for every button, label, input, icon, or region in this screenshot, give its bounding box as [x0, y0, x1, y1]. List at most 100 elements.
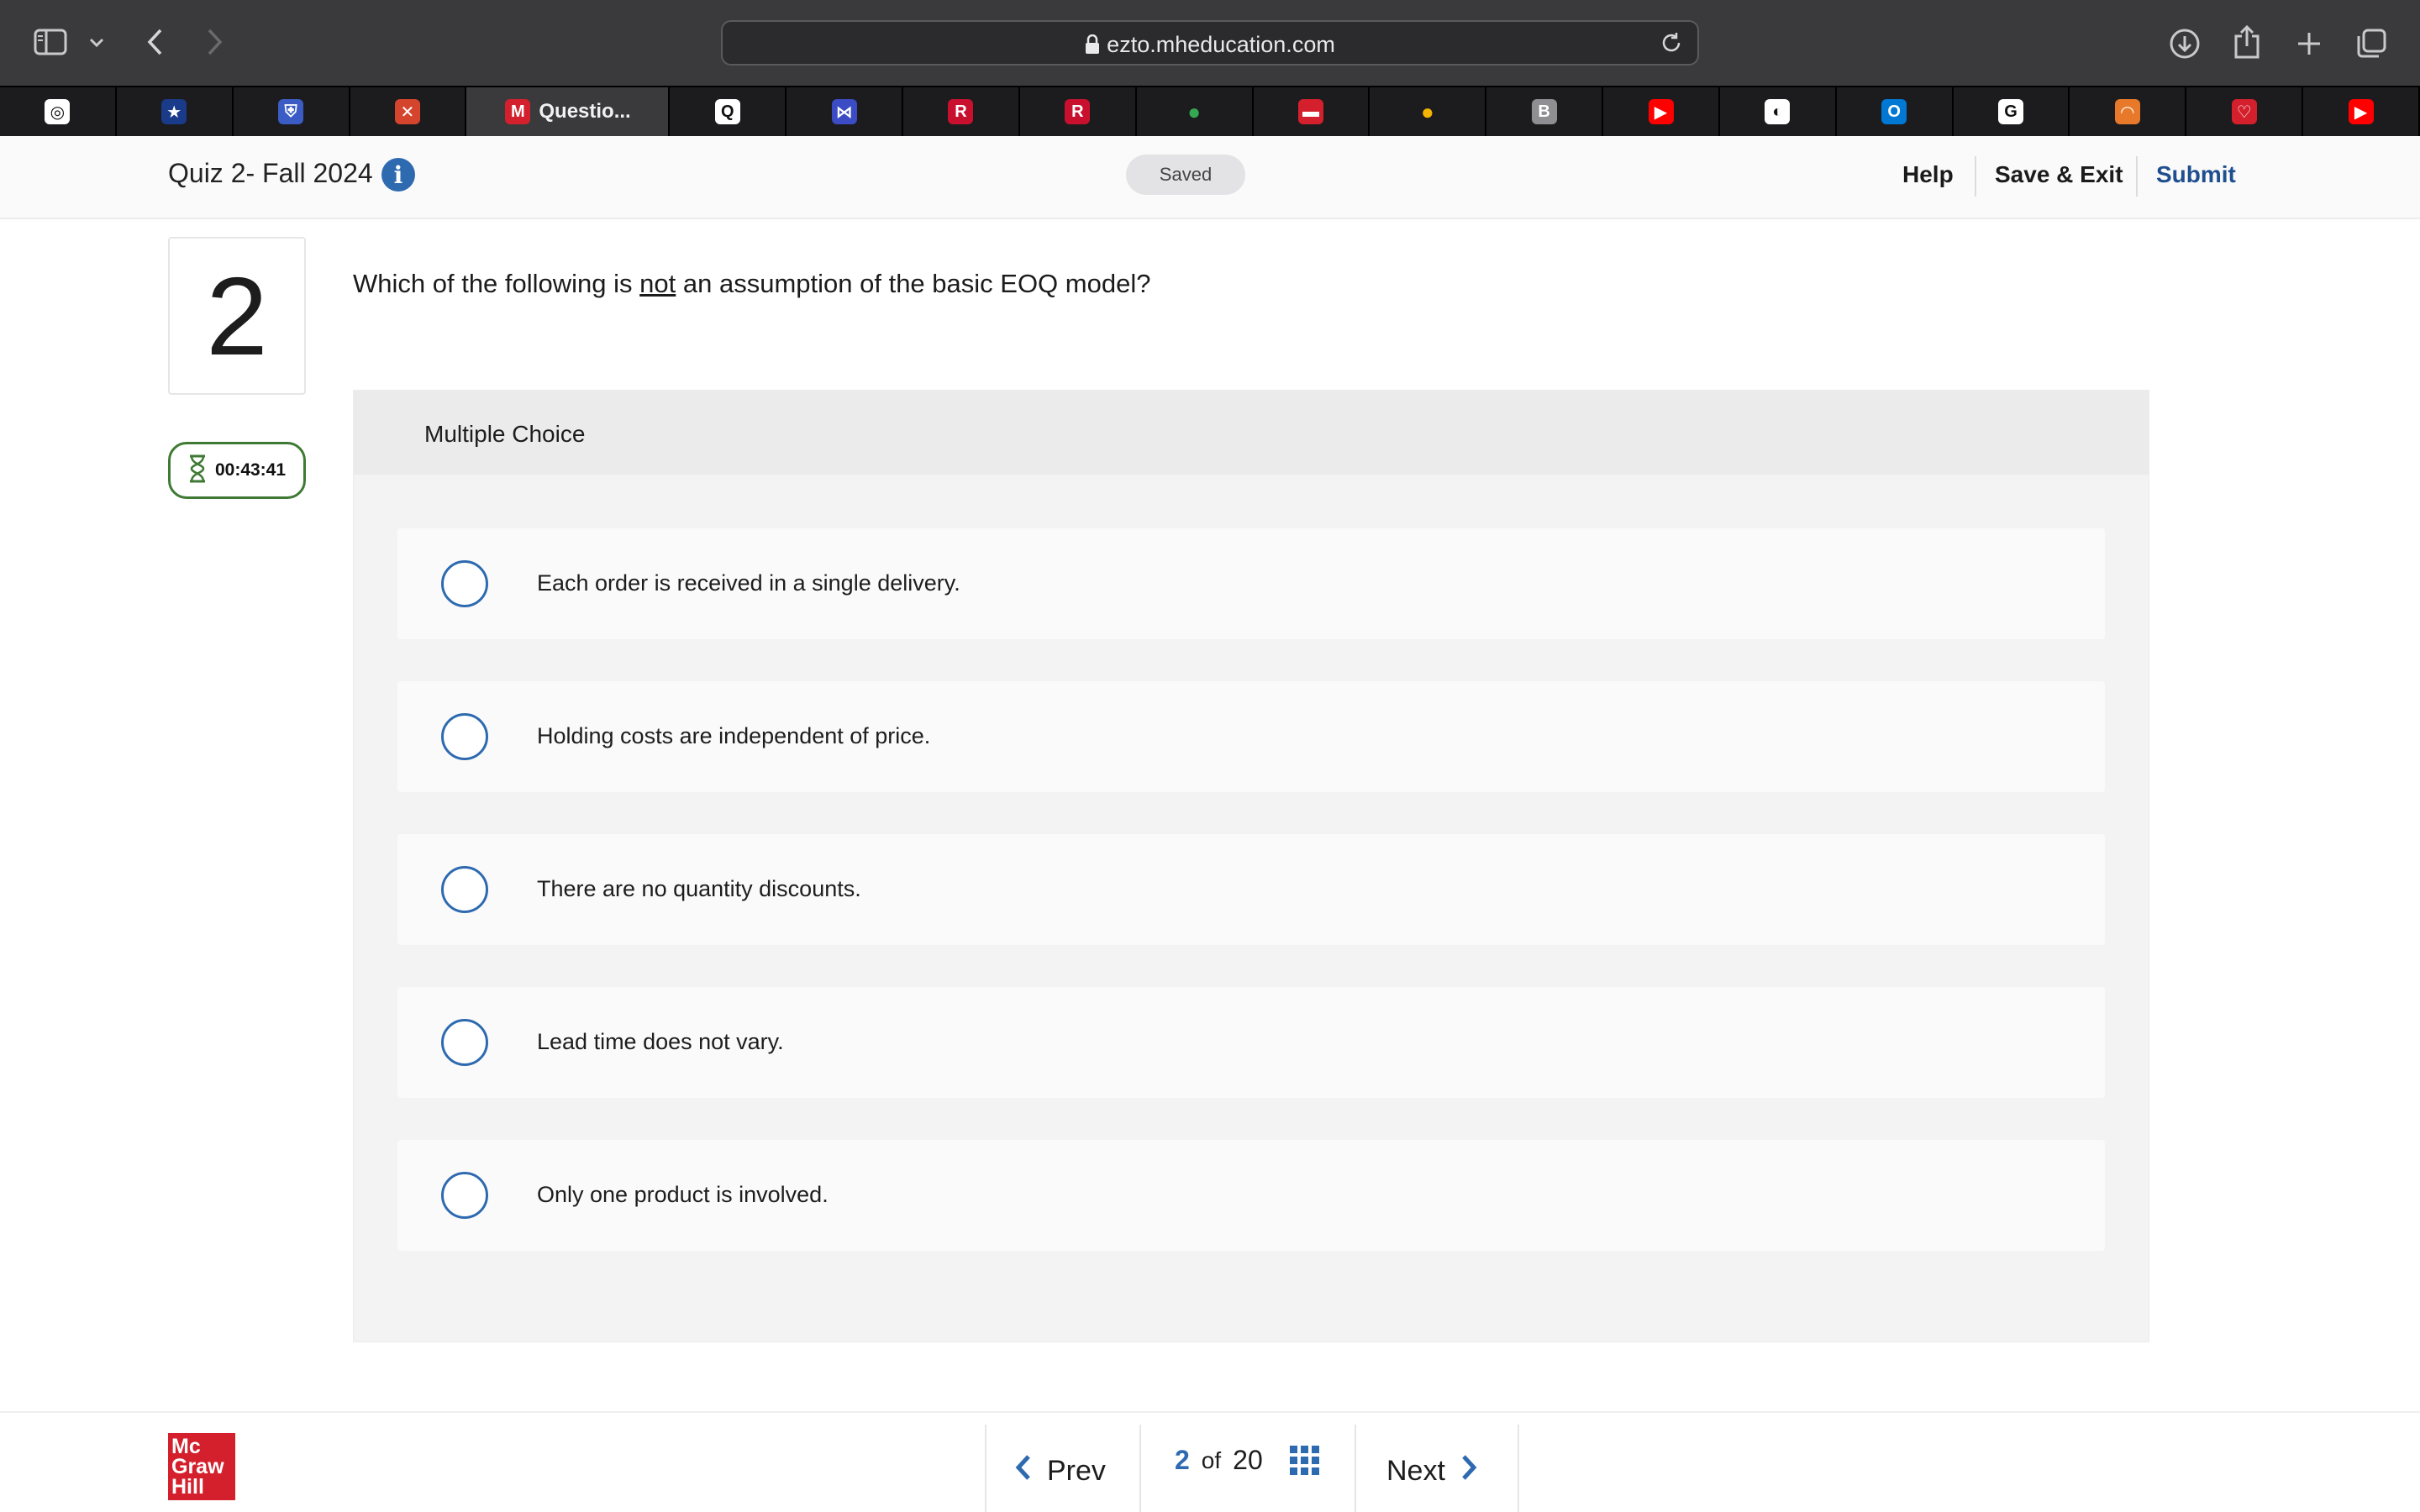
- quiz-footer: Mc Graw Hill Prev 2 of 20 Next: [0, 1411, 2420, 1512]
- compass-icon: ✕: [394, 99, 420, 124]
- browser-tab[interactable]: R: [1020, 87, 1137, 136]
- footer-divider: [985, 1425, 986, 1512]
- chevron-down-icon[interactable]: [84, 30, 109, 55]
- mcgraw-hill-logo: Mc Graw Hill: [168, 1433, 235, 1500]
- answer-option-text: Lead time does not vary.: [537, 1029, 784, 1054]
- radio-button[interactable]: [441, 1019, 488, 1066]
- browser-tab[interactable]: ▶: [2303, 87, 2420, 136]
- saved-status-badge: Saved: [1126, 155, 1245, 195]
- maps-pin-icon: ●: [1187, 98, 1201, 124]
- red-shield-icon: ♡: [2231, 99, 2257, 124]
- answer-option-3[interactable]: There are no quantity discounts.: [397, 834, 2105, 945]
- browser-tab[interactable]: ●: [1370, 87, 1487, 136]
- forward-icon[interactable]: [198, 25, 232, 59]
- radio-button[interactable]: [441, 1172, 488, 1219]
- browser-tab[interactable]: ◠: [2070, 87, 2187, 136]
- bowtie-icon: ⋈: [831, 99, 857, 124]
- download-icon[interactable]: [2166, 25, 2203, 62]
- multiple-choice-panel: Multiple Choice Each order is received i…: [353, 390, 2149, 1342]
- answer-option-text: There are no quantity discounts.: [537, 876, 861, 901]
- question-type-header: Multiple Choice: [354, 391, 2149, 475]
- logo-line: Hill: [171, 1475, 204, 1499]
- tab-bar: ◎ ★ ⛨ ✕ M Questio... Q ⋈ R R ● ▬ ● B ▶ ◐ O G ◠ ♡ ▶: [0, 86, 2420, 136]
- browser-tab[interactable]: Q: [670, 87, 787, 136]
- browser-tab[interactable]: G: [1954, 87, 2070, 136]
- current-page: 2: [1175, 1445, 1190, 1475]
- next-label: Next: [1386, 1454, 1445, 1487]
- logo-line: Graw: [171, 1455, 224, 1478]
- back-icon[interactable]: [138, 25, 171, 59]
- pill-icon: ▬: [1297, 99, 1323, 124]
- address-bar[interactable]: ezto.mheducation.com: [721, 20, 1699, 66]
- browser-tab[interactable]: O: [1837, 87, 1954, 136]
- browser-tab[interactable]: ◐: [1720, 87, 1837, 136]
- question-number: 2: [168, 237, 306, 395]
- radio-button[interactable]: [441, 866, 488, 913]
- outlook-icon: O: [1881, 99, 1907, 124]
- browser-tab[interactable]: ◎: [0, 87, 117, 136]
- question-text-after: an assumption of the basic EOQ model?: [676, 269, 1151, 298]
- headphones-icon: ◠: [2114, 99, 2140, 124]
- tab-overview-icon[interactable]: [2353, 25, 2390, 62]
- browser-tab[interactable]: ⛨: [234, 87, 350, 136]
- header-divider: [2136, 156, 2138, 197]
- b-badge-icon: B: [1531, 99, 1557, 124]
- answer-option-1[interactable]: Each order is received in a single deliv…: [397, 528, 2105, 639]
- question-grid-icon[interactable]: [1289, 1446, 1319, 1475]
- new-tab-icon[interactable]: [2291, 25, 2328, 62]
- r-logo-icon: R: [1065, 99, 1091, 124]
- answer-option-2[interactable]: Holding costs are independent of price.: [397, 681, 2105, 792]
- footer-divider: [1139, 1425, 1141, 1512]
- youtube-icon: ▶: [2348, 99, 2374, 124]
- answer-option-5[interactable]: Only one product is involved.: [397, 1140, 2105, 1251]
- answer-option-4[interactable]: Lead time does not vary.: [397, 987, 2105, 1098]
- browser-tab[interactable]: ⋈: [786, 87, 904, 136]
- r-logo-icon: R: [948, 99, 974, 124]
- answer-option-text: Only one product is involved.: [537, 1182, 829, 1207]
- info-icon[interactable]: i: [381, 158, 415, 192]
- footer-divider: [1518, 1425, 1519, 1512]
- browser-tab[interactable]: ▬: [1254, 87, 1370, 136]
- question-type-label: Multiple Choice: [424, 421, 586, 447]
- help-button[interactable]: Help: [1902, 161, 1954, 188]
- save-exit-button[interactable]: Save & Exit: [1995, 161, 2123, 188]
- browser-tab[interactable]: ✕: [350, 87, 467, 136]
- mcgraw-m-icon: M: [505, 99, 531, 124]
- dark-circle-icon: ◐: [1765, 99, 1791, 124]
- radio-button[interactable]: [441, 713, 488, 760]
- answer-option-text: Holding costs are independent of price.: [537, 723, 931, 748]
- question-prompt: Which of the following is not an assumpt…: [353, 269, 1150, 299]
- next-button[interactable]: Next: [1386, 1428, 1477, 1512]
- browser-tab[interactable]: B: [1486, 87, 1604, 136]
- timer-text: 00:43:41: [214, 460, 287, 480]
- youtube-icon: ▶: [1648, 99, 1674, 124]
- prev-label: Prev: [1047, 1454, 1106, 1487]
- timer-badge: 00:43:41: [168, 442, 306, 499]
- radio-button[interactable]: [441, 560, 488, 607]
- browser-tab[interactable]: ★: [117, 87, 234, 136]
- browser-tab[interactable]: ▶: [1603, 87, 1720, 136]
- q-badge-icon: Q: [714, 99, 740, 124]
- question-text-before: Which of the following is: [353, 269, 640, 298]
- prev-button[interactable]: Prev: [1015, 1428, 1106, 1512]
- chevron-left-icon: [1015, 1454, 1032, 1488]
- browser-toolbar: ezto.mheducation.com: [0, 0, 2420, 86]
- browser-tab[interactable]: ♡: [2186, 87, 2304, 136]
- logo-line: Mc: [171, 1435, 201, 1458]
- location-pin-icon: ●: [1420, 98, 1434, 124]
- reload-icon[interactable]: [1659, 30, 1684, 60]
- browser-tab[interactable]: R: [903, 87, 1020, 136]
- tab-active[interactable]: M Questio...: [466, 87, 671, 136]
- submit-button[interactable]: Submit: [2156, 161, 2236, 188]
- sidebar-toggle-icon[interactable]: [32, 27, 69, 57]
- lock-icon: [1085, 34, 1100, 60]
- url-text: ezto.mheducation.com: [1107, 32, 1335, 57]
- quiz-title: Quiz 2- Fall 2024: [168, 158, 373, 188]
- answer-option-text: Each order is received in a single deliv…: [537, 570, 960, 596]
- share-icon[interactable]: [2228, 22, 2265, 62]
- chevron-right-icon: [1460, 1454, 1477, 1488]
- page-indicator[interactable]: 2 of 20: [1175, 1445, 1319, 1476]
- browser-tab[interactable]: ●: [1137, 87, 1254, 136]
- openai-icon: ◎: [45, 99, 71, 124]
- quiz-header: Quiz 2- Fall 2024 i Saved Help Save & Ex…: [0, 136, 2420, 219]
